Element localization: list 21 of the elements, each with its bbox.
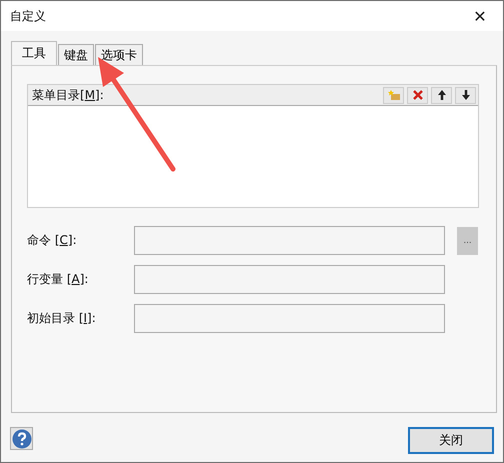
delete-button[interactable] <box>407 86 428 104</box>
tab[interactable]: 键盘 <box>58 44 94 65</box>
new-item-button[interactable] <box>383 86 404 104</box>
delete-icon <box>412 90 422 100</box>
tab[interactable]: 工具 <box>11 41 57 65</box>
field-label: 行变量 [A]: <box>27 271 90 288</box>
new-item-icon <box>388 89 400 101</box>
help-icon <box>12 428 32 448</box>
move-up-button[interactable] <box>431 86 452 104</box>
menu-list-label: 菜单目录[M]: <box>32 86 104 104</box>
close-button[interactable]: 关闭 <box>408 427 494 454</box>
move-down-button[interactable] <box>455 86 476 104</box>
tab[interactable]: 选项卡 <box>95 44 143 65</box>
field-label: 命令 [C]: <box>27 232 78 249</box>
field-label: 初始目录 [I]: <box>27 310 97 327</box>
down-arrow-icon <box>462 90 470 100</box>
help-button[interactable] <box>10 427 33 450</box>
window-title: 自定义 <box>10 8 46 24</box>
close-button[interactable]: ✕ <box>457 1 503 31</box>
browse-button[interactable]: ... <box>457 226 478 254</box>
up-arrow-icon <box>438 90 446 100</box>
